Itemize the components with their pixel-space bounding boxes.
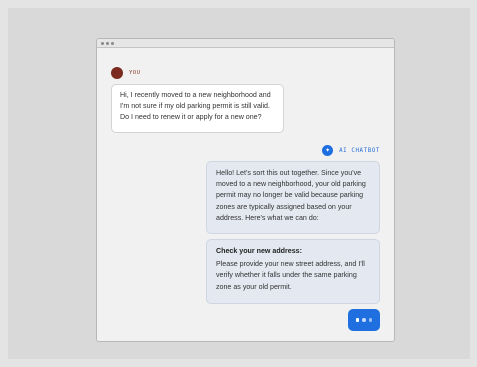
bot-sender-label: AI CHATBOT [339,147,380,154]
chat-window: YOU Hi, I recently moved to a new neighb… [96,38,395,342]
sparkle-icon: ✦ [322,145,334,156]
bot-sender-row: ✦ AI CHATBOT [322,145,380,156]
typing-indicator [348,309,380,331]
typing-dot [368,318,373,322]
window-dot-icon[interactable] [106,41,109,45]
user-sender-label: YOU [129,70,141,76]
window-dot-icon[interactable] [111,41,114,45]
bot-message-bubble: Check your new address: Please provide y… [206,239,380,304]
bot-message-bubble: Hello! Let's sort this out together. Sin… [206,161,380,234]
window-titlebar [97,39,394,48]
user-avatar [111,67,123,79]
user-sender-row: YOU [111,67,140,79]
user-message-bubble: Hi, I recently moved to a new neighborho… [111,84,284,133]
typing-dot [355,318,360,322]
typing-dot [362,318,366,322]
bot-message-heading: Check your new address: [216,247,302,255]
bot-message-body: Please provide your new street address, … [216,260,365,291]
window-dot-icon[interactable] [101,41,104,45]
